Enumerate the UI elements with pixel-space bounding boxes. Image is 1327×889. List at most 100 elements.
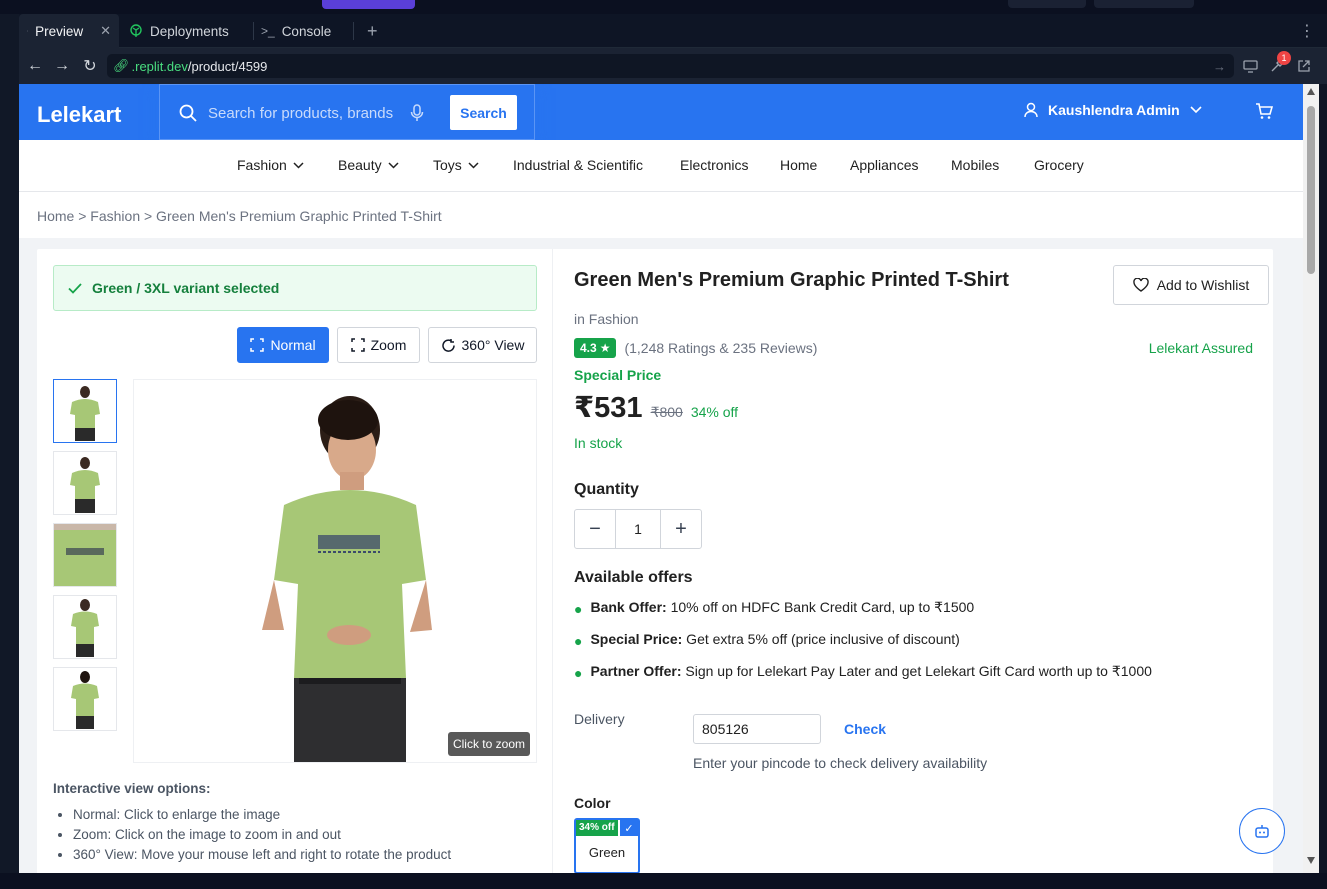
nav-appliances[interactable]: Appliances: [850, 157, 919, 173]
search-button[interactable]: Search: [450, 95, 517, 130]
main-product-image[interactable]: Click to zoom: [133, 379, 537, 763]
pincode-input[interactable]: [693, 714, 821, 744]
devices-icon[interactable]: [1241, 57, 1259, 75]
nav-label: Electronics: [680, 157, 749, 173]
category-nav: Fashion Beauty Toys Industrial & Scienti…: [19, 140, 1303, 192]
search-input[interactable]: [208, 102, 393, 124]
cart-icon[interactable]: [1255, 103, 1273, 120]
heart-icon: [1132, 278, 1149, 292]
search-bar: Search: [159, 84, 535, 140]
discount-badge: 34% off: [576, 820, 618, 836]
forward-icon[interactable]: →: [53, 57, 71, 75]
quantity-value[interactable]: 1: [615, 510, 661, 548]
product-thumbnail[interactable]: [53, 451, 117, 515]
offer-text: 10% off on HDFC Bank Credit Card, up to …: [666, 599, 975, 615]
nav-label: Mobiles: [951, 157, 1000, 173]
close-icon[interactable]: ✕: [100, 23, 111, 39]
link-icon: 🔗︎: [113, 58, 130, 73]
rating-value: 4.3: [580, 341, 597, 355]
nav-grocery[interactable]: Grocery: [1034, 157, 1084, 173]
open-arrow-icon[interactable]: →: [1213, 59, 1226, 74]
tab-deployments[interactable]: Deployments: [121, 14, 237, 48]
tab-label: Preview: [35, 23, 84, 39]
workspace-pill[interactable]: [322, 0, 415, 9]
back-icon[interactable]: ←: [26, 57, 44, 75]
monitor-icon: [27, 30, 29, 32]
check-icon: [68, 282, 82, 294]
special-price-label: Special Price: [574, 367, 662, 383]
nav-home[interactable]: Home: [780, 157, 817, 173]
normal-view-button[interactable]: Normal: [237, 327, 329, 363]
offers-title: Available offers: [574, 569, 693, 586]
tab-label: Deployments: [150, 23, 229, 39]
color-option-green[interactable]: 34% off ✓ Green: [574, 818, 640, 873]
tools-icon[interactable]: 1: [1268, 51, 1291, 75]
original-price: ₹800: [650, 404, 683, 420]
price: ₹531: [574, 392, 643, 424]
nav-beauty[interactable]: Beauty: [338, 157, 399, 173]
top-control[interactable]: [1008, 0, 1086, 8]
scroll-up-icon[interactable]: [1307, 88, 1315, 95]
nav-label: Grocery: [1034, 157, 1084, 173]
nav-toys[interactable]: Toys: [433, 157, 479, 173]
user-name: Kaushlendra Admin: [1048, 102, 1180, 118]
site-header: Lelekart Search Kaushlendra Admin: [19, 84, 1303, 140]
site-logo[interactable]: Lelekart: [37, 102, 121, 128]
variant-text: Green / 3XL variant selected: [92, 280, 280, 296]
nav-mobiles[interactable]: Mobiles: [951, 157, 999, 173]
scroll-thumb[interactable]: [1307, 106, 1315, 274]
offer-text: Get extra 5% off (price inclusive of dis…: [682, 631, 960, 647]
price-row: ₹531 ₹800 34% off: [574, 390, 738, 425]
button-label: Add to Wishlist: [1156, 277, 1250, 293]
color-label: Color: [574, 795, 611, 811]
decrease-quantity-button[interactable]: −: [575, 510, 615, 548]
ide-tab-bar: Preview ✕ Deployments >_ Console + ⋮: [19, 14, 1327, 48]
focus-frame-icon: [250, 338, 265, 352]
scroll-down-icon[interactable]: [1307, 857, 1315, 864]
nav-fashion[interactable]: Fashion: [237, 157, 304, 173]
new-tab-button[interactable]: +: [359, 14, 386, 48]
nav-electronics[interactable]: Electronics: [680, 157, 748, 173]
ide-left-rail: [0, 14, 19, 889]
url-field[interactable]: 🔗︎ .replit.dev/product/4599 →: [107, 54, 1234, 78]
top-control[interactable]: [1094, 0, 1194, 8]
delivery-label: Delivery: [574, 711, 625, 727]
product-thumbnail[interactable]: [53, 667, 117, 731]
offer-title: Bank Offer:: [590, 599, 667, 615]
tab-preview[interactable]: Preview ✕: [19, 14, 119, 48]
chevron-down-icon: [388, 161, 399, 169]
reload-icon[interactable]: ↻: [81, 57, 99, 75]
product-thumbnail[interactable]: [53, 523, 117, 587]
product-thumbnail[interactable]: [53, 379, 117, 443]
nav-label: Beauty: [338, 157, 382, 173]
zoom-view-button[interactable]: Zoom: [337, 327, 420, 363]
breadcrumb[interactable]: Home > Fashion > Green Men's Premium Gra…: [37, 208, 442, 224]
nav-industrial-scientific[interactable]: Industrial & Scientific: [513, 157, 643, 173]
check-icon: ✓: [620, 820, 638, 836]
offer-item: ● Partner Offer: Sign up for Lelekart Pay…: [574, 663, 1152, 681]
external-link-icon[interactable]: [1295, 57, 1313, 75]
assured-badge: Lelekart Assured: [1148, 340, 1253, 356]
nav-label: Toys: [433, 157, 462, 173]
tab-console[interactable]: >_ Console: [253, 14, 339, 48]
product-thumbnail[interactable]: [53, 595, 117, 659]
add-to-wishlist-button[interactable]: Add to Wishlist: [1113, 265, 1269, 305]
more-options-icon[interactable]: ⋮: [1291, 14, 1323, 48]
increase-quantity-button[interactable]: +: [661, 510, 701, 548]
view-360-button[interactable]: 360° View: [428, 327, 537, 363]
microphone-icon[interactable]: [410, 104, 424, 122]
tab-label: Console: [281, 23, 332, 39]
os-top-strip: [0, 0, 1327, 14]
browser-url-row: ← → ↻ 🔗︎ .replit.dev/product/4599 → 1: [19, 48, 1327, 84]
bullet-icon: ●: [574, 633, 583, 649]
check-pincode-button[interactable]: Check: [844, 721, 886, 737]
robot-icon: [1255, 825, 1269, 838]
user-account-menu[interactable]: Kaushlendra Admin: [1024, 102, 1202, 118]
focus-frame-icon: [350, 338, 365, 352]
page-scrollbar[interactable]: [1303, 84, 1319, 873]
offer-item: ● Bank Offer: 10% off on HDFC Bank Credit…: [574, 599, 974, 617]
offer-text: Sign up for Lelekart Pay Later and get L…: [681, 663, 1152, 679]
rotate-icon: [441, 338, 455, 352]
chatbot-button[interactable]: [1239, 808, 1285, 854]
ratings-count[interactable]: (1,248 Ratings & 235 Reviews): [624, 340, 817, 356]
